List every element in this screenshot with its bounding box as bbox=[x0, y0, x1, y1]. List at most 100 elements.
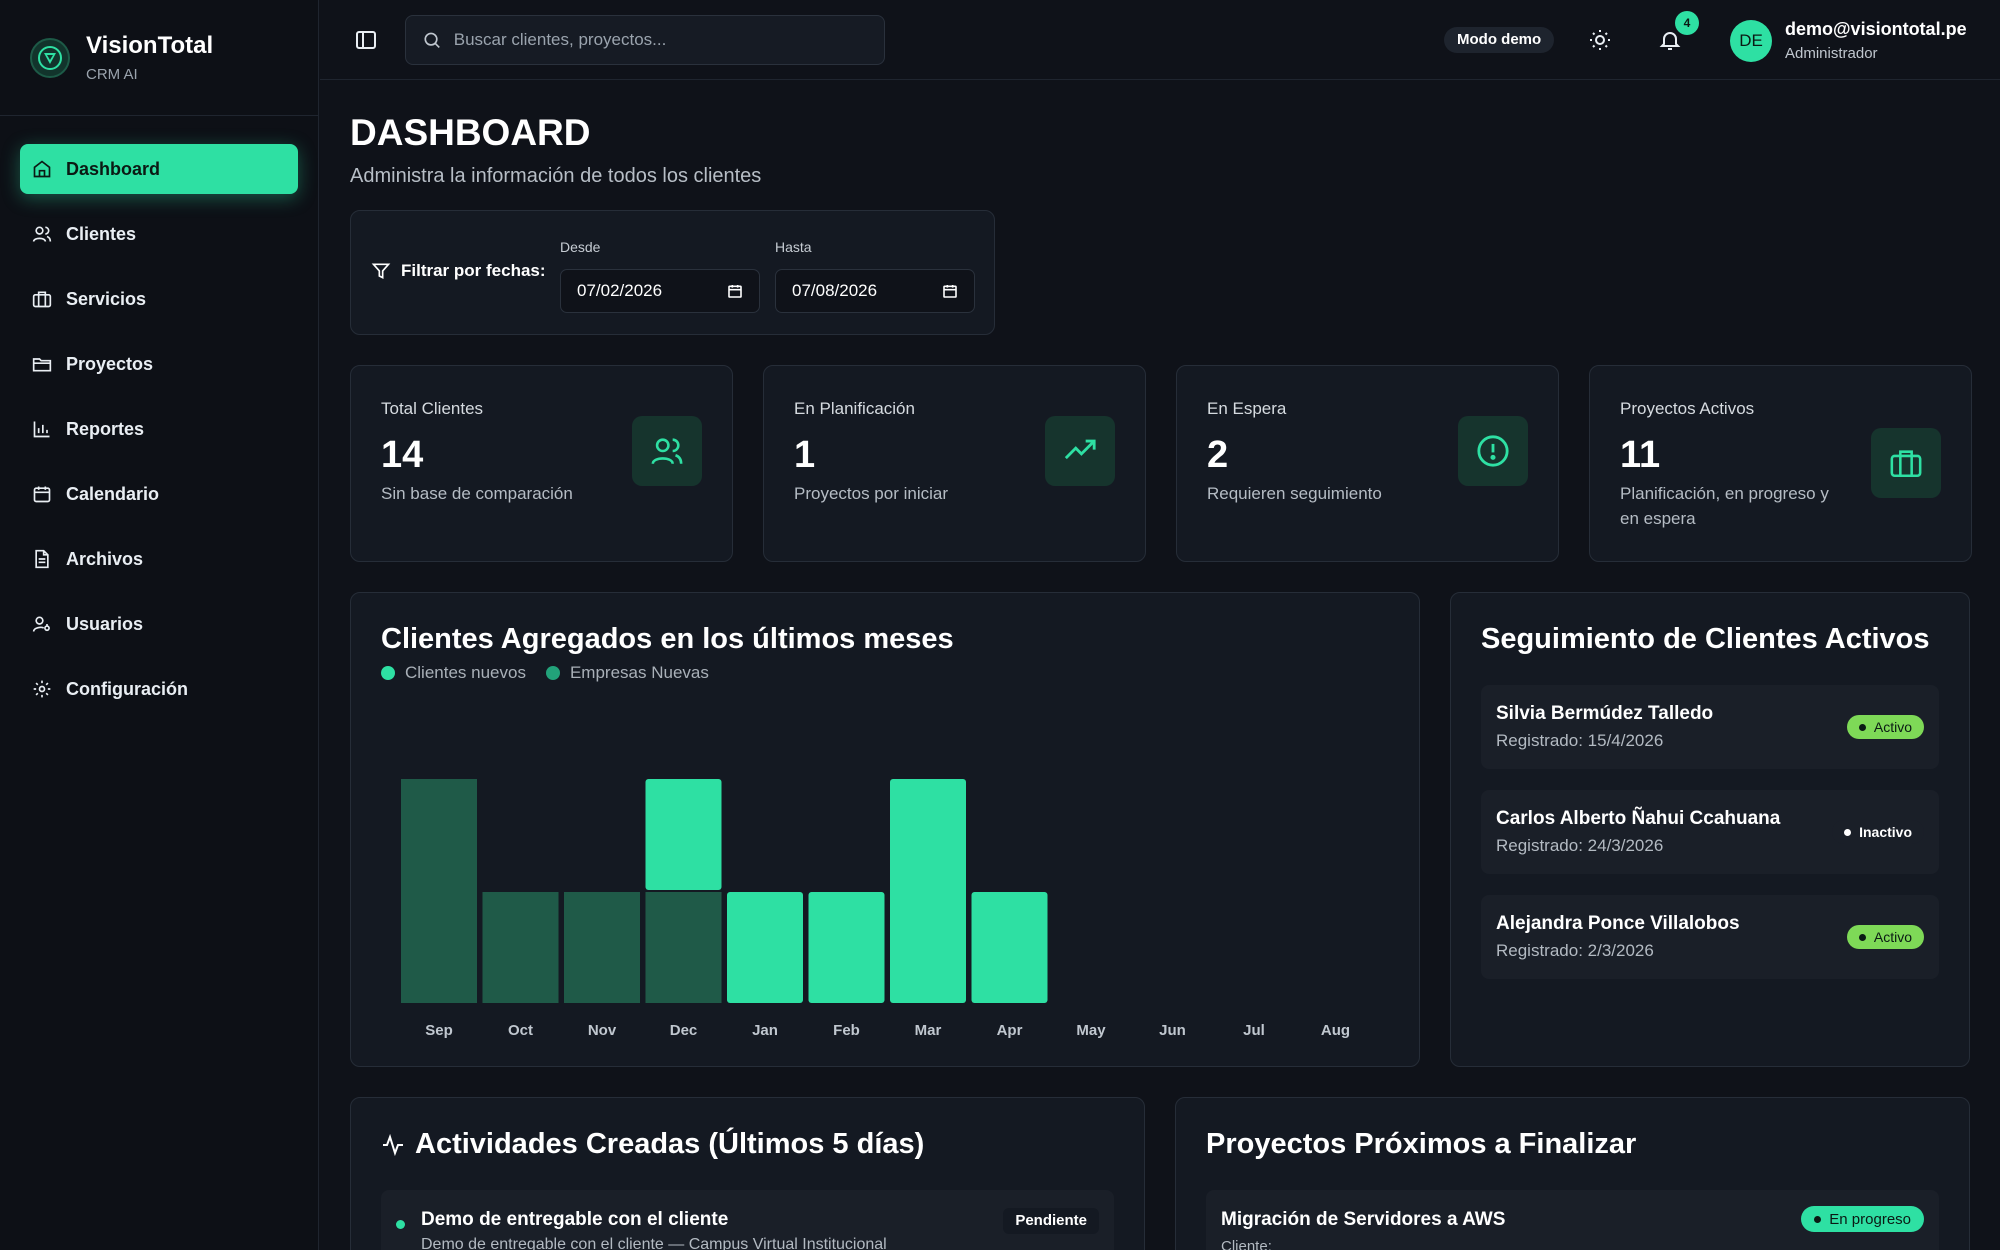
stat-label: Total Clientes bbox=[381, 399, 484, 418]
sidebar-item-label: Servicios bbox=[66, 288, 147, 309]
x-tick-label: Aug bbox=[1321, 1022, 1350, 1039]
status-badge: Activo bbox=[1846, 925, 1924, 949]
search-bar[interactable] bbox=[405, 15, 885, 65]
to-date-input[interactable]: 07/08/2026 bbox=[775, 269, 975, 313]
x-tick-label: May bbox=[1076, 1022, 1106, 1039]
sidebar-item-proyectos[interactable]: Proyectos bbox=[20, 339, 298, 389]
activities-title: Actividades Creadas (Últimos 5 días) bbox=[381, 1128, 924, 1161]
stat-value: 14 bbox=[381, 434, 424, 476]
client-name: Alejandra Ponce Villalobos bbox=[1496, 913, 1740, 934]
project-title: Migración de Servidores a AWS bbox=[1221, 1209, 1506, 1230]
users-icon bbox=[632, 416, 702, 486]
activities-card: Actividades Creadas (Últimos 5 días) Dem… bbox=[350, 1097, 1145, 1250]
sidebar-item-label: Configuración bbox=[66, 678, 188, 699]
notification-count-badge: 4 bbox=[1675, 11, 1699, 35]
stat-label: En Espera bbox=[1207, 399, 1287, 418]
brand-subtitle: CRM AI bbox=[86, 66, 138, 83]
sidebar-item-reportes[interactable]: Reportes bbox=[20, 404, 298, 454]
from-label: Desde bbox=[560, 239, 601, 255]
bar-empresas-nov[interactable] bbox=[564, 892, 640, 1003]
to-label: Hasta bbox=[775, 239, 812, 255]
from-date-value: 07/02/2026 bbox=[577, 281, 663, 300]
activity-icon bbox=[383, 1133, 403, 1156]
calendar-icon bbox=[33, 486, 51, 503]
brand-name: VisionTotal bbox=[86, 32, 214, 59]
logo-icon bbox=[30, 37, 70, 78]
sidebar-item-label: Calendario bbox=[66, 483, 160, 504]
client-date: Registrado: 15/4/2026 bbox=[1496, 731, 1664, 750]
page-subtitle: Administra la información de todos los c… bbox=[350, 165, 762, 187]
client-row[interactable]: Alejandra Ponce Villalobos Registrado: 2… bbox=[1481, 895, 1939, 979]
projects-card: Proyectos Próximos a Finalizar Migración… bbox=[1175, 1097, 1970, 1250]
bar-empresas-oct[interactable] bbox=[482, 892, 559, 1003]
sidebar-toggle-icon[interactable] bbox=[354, 28, 378, 52]
activities-title-text: Actividades Creadas (Últimos 5 días) bbox=[415, 1128, 925, 1160]
x-tick-label: Jul bbox=[1243, 1022, 1265, 1039]
stat-card-proyectos-activos: Proyectos Activos 11 Planificación, en p… bbox=[1589, 365, 1972, 562]
client-row[interactable]: Silvia Bermúdez Talledo Registrado: 15/4… bbox=[1481, 685, 1939, 769]
filter-label-text: Filtrar por fechas: bbox=[401, 261, 546, 280]
briefcase-icon bbox=[1871, 428, 1941, 498]
status-badge: Activo bbox=[1846, 715, 1924, 739]
user-email: demo@visiontotal.pe bbox=[1785, 19, 1967, 39]
x-tick-label: Sep bbox=[425, 1022, 453, 1039]
legend-label: Empresas Nuevas bbox=[569, 663, 709, 682]
bar-empresas-dec[interactable] bbox=[645, 892, 722, 1003]
activity-title: Demo de entregable con el cliente bbox=[421, 1209, 729, 1230]
project-row[interactable]: Migración de Servidores a AWS Cliente: E… bbox=[1206, 1190, 1939, 1250]
sidebar-item-dashboard[interactable]: Dashboard bbox=[20, 144, 298, 194]
sidebar-item-configuracion[interactable]: Configuración bbox=[20, 664, 298, 714]
legend-item: Empresas Nuevas bbox=[545, 663, 709, 683]
sidebar-item-label: Clientes bbox=[66, 223, 137, 244]
project-client: Cliente: bbox=[1221, 1238, 1272, 1250]
stat-card-total-clientes: Total Clientes 14 Sin base de comparació… bbox=[350, 365, 733, 562]
status-badge: En progreso bbox=[1801, 1206, 1924, 1232]
sun-icon[interactable] bbox=[1588, 28, 1612, 52]
activity-subtitle: Demo de entregable con el cliente — Camp… bbox=[421, 1236, 887, 1250]
sidebar-item-usuarios[interactable]: Usuarios bbox=[20, 599, 298, 649]
bar-clientes-apr[interactable] bbox=[971, 892, 1048, 1003]
bar-clientes-feb[interactable] bbox=[808, 892, 885, 1003]
client-date: Registrado: 2/3/2026 bbox=[1496, 941, 1654, 960]
user-role: Administrador bbox=[1785, 45, 1878, 62]
sidebar-item-clientes[interactable]: Clientes bbox=[20, 209, 298, 259]
brand[interactable]: VisionTotal CRM AI bbox=[0, 0, 318, 116]
x-tick-label: Jan bbox=[752, 1022, 778, 1039]
bar-clientes-dec[interactable] bbox=[645, 779, 722, 890]
bar-clientes-mar[interactable] bbox=[890, 779, 966, 1003]
legend-item: Clientes nuevos bbox=[381, 663, 526, 683]
x-tick-label: Oct bbox=[508, 1022, 533, 1039]
chart-title: Clientes Agregados en los últimos meses bbox=[381, 623, 954, 655]
x-tick-label: Feb bbox=[833, 1022, 860, 1039]
stat-card-en-planificacion: En Planificación 1 Proyectos por iniciar bbox=[763, 365, 1146, 562]
activity-dot bbox=[396, 1220, 405, 1229]
stat-value: 11 bbox=[1620, 434, 1661, 476]
from-date-input[interactable]: 07/02/2026 bbox=[560, 269, 760, 313]
trending-up-icon bbox=[1045, 416, 1115, 486]
bar-empresas-sep[interactable] bbox=[401, 779, 477, 1003]
legend-dot bbox=[381, 666, 395, 680]
stat-value: 1 bbox=[794, 434, 816, 476]
bar-clientes-jan[interactable] bbox=[727, 892, 803, 1003]
active-clients-card: Seguimiento de Clientes Activos Silvia B… bbox=[1450, 592, 1970, 1067]
sidebar-item-servicios[interactable]: Servicios bbox=[20, 274, 298, 324]
avatar[interactable]: DE bbox=[1730, 20, 1772, 62]
user-key-icon bbox=[32, 616, 50, 632]
client-row[interactable]: Carlos Alberto Ñahui Ccahuana Registrado… bbox=[1481, 790, 1939, 874]
sidebar-item-calendario[interactable]: Calendario bbox=[20, 469, 298, 519]
sidebar-item-archivos[interactable]: Archivos bbox=[20, 534, 298, 584]
topbar: Modo demo 4 DE demo@visiontotal.pe Admin… bbox=[320, 0, 2000, 80]
stat-label: En Planificación bbox=[794, 399, 915, 418]
users-icon bbox=[32, 226, 52, 242]
stat-desc: Requieren seguimiento bbox=[1207, 484, 1382, 503]
stat-card-en-espera: En Espera 2 Requieren seguimiento bbox=[1176, 365, 1559, 562]
search-input[interactable] bbox=[453, 30, 868, 50]
client-name: Carlos Alberto Ñahui Ccahuana bbox=[1496, 808, 1781, 829]
sidebar-item-label: Reportes bbox=[66, 418, 145, 439]
calendar-icon[interactable] bbox=[942, 283, 958, 299]
x-tick-label: Dec bbox=[670, 1022, 698, 1039]
bar-chart-icon bbox=[33, 421, 50, 438]
activity-row[interactable]: Demo de entregable con el cliente Demo d… bbox=[381, 1190, 1114, 1250]
calendar-icon[interactable] bbox=[727, 283, 743, 299]
sidebar-item-label: Archivos bbox=[66, 548, 144, 569]
